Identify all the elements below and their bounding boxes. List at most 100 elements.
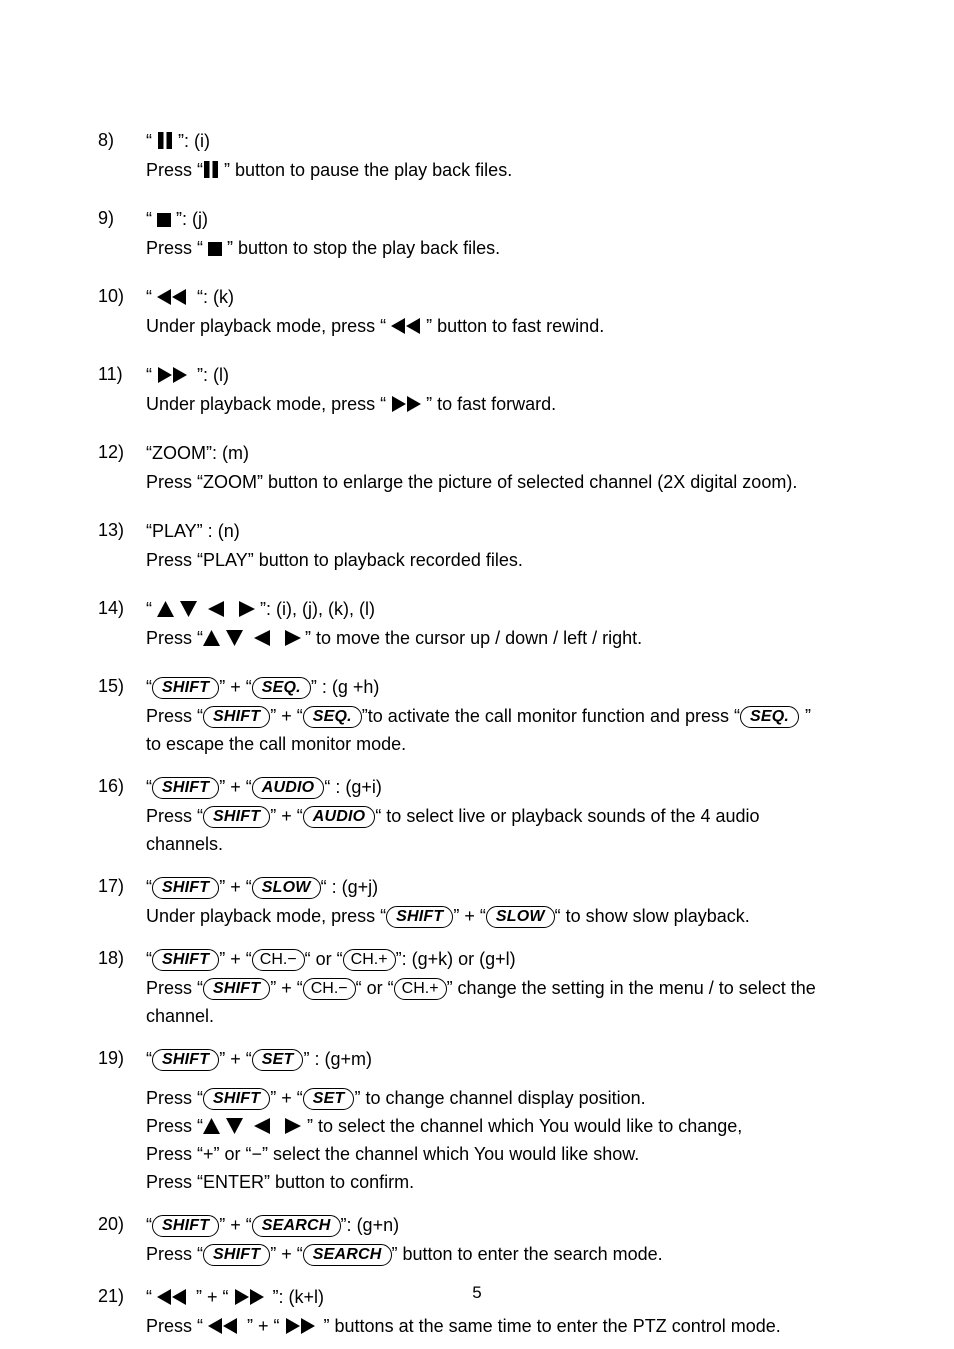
body-prefix: Press “	[146, 706, 204, 726]
key-search[interactable]: SEARCH	[251, 1215, 341, 1237]
item-body-line2: Press “ ” to select the channel which You…	[146, 1112, 928, 1140]
key-channel-down[interactable]: CH.−	[251, 949, 305, 971]
list-item: 18) “SHIFT” + “CH.− “ or “CH.+”: (g+k) or…	[98, 944, 928, 1030]
arrow-down-icon	[180, 601, 197, 617]
item-body-line2: to escape the call monitor mode.	[146, 734, 407, 754]
body-suffix: ” to change channel display position.	[354, 1088, 646, 1108]
item-ref: (m)	[222, 443, 249, 463]
key-shift[interactable]: SHIFT	[203, 806, 271, 828]
item-ref: (g+m)	[324, 1049, 373, 1069]
item-body: Under playback mode, press “ ” to fast fo…	[146, 390, 928, 418]
item-ref: (g+j)	[341, 877, 379, 897]
item-ref: (g+k) or (g+l)	[411, 949, 516, 969]
item-heading: “SHIFT” + “SET” : (g+m)	[146, 1044, 928, 1074]
fast-rewind-icon	[208, 1318, 238, 1334]
item-body: Press “ ” + “ ” buttons at the same time t…	[146, 1312, 928, 1340]
item-key-text: “ZOOM”:	[146, 443, 217, 463]
close-quote: ”:	[176, 209, 187, 229]
body-suffix: ” to move the cursor up / down / left / …	[305, 628, 643, 648]
plus-sign: +	[230, 777, 241, 797]
key-shift[interactable]: SHIFT	[152, 777, 220, 799]
item-number: 9)	[98, 208, 115, 228]
item-heading: “ ”: (i), (j), (k), (l)	[146, 594, 928, 624]
key-seq[interactable]: SEQ.	[739, 706, 800, 728]
item-number: 19)	[98, 1048, 125, 1068]
body-prefix: Press “	[146, 1088, 204, 1108]
pause-icon	[203, 161, 219, 178]
key-channel-down[interactable]: CH.−	[302, 978, 356, 1000]
body-mid: ” + “	[453, 906, 486, 926]
body-mid: ” + “	[270, 1244, 303, 1264]
item-body: Press “SHIFT” + “SEQ. ”to activate the ca…	[146, 702, 928, 730]
item-number: 15)	[98, 676, 125, 696]
key-slow[interactable]: SLOW	[485, 906, 555, 928]
key-seq[interactable]: SEQ.	[251, 677, 311, 699]
head-or: “ or “	[304, 949, 343, 969]
page-content: 8) “ ”: (i) Press “ ” button to pause the …	[98, 126, 928, 1349]
item-body: Under playback mode, press “ ” button to …	[146, 312, 928, 340]
body-mid: ” + “	[270, 1088, 303, 1108]
item-body-line4: Press “ENTER” button to confirm.	[146, 1172, 415, 1192]
key-slow[interactable]: SLOW	[251, 877, 321, 899]
key-shift[interactable]: SHIFT	[152, 677, 220, 699]
open-quote: “	[320, 877, 327, 897]
close-quote: ”	[219, 777, 226, 797]
key-shift[interactable]: SHIFT	[152, 1215, 220, 1237]
item-heading: “ZOOM”: (m)	[146, 438, 928, 468]
key-shift[interactable]: SHIFT	[203, 1088, 271, 1110]
open-quote: “	[146, 287, 152, 307]
key-channel-up[interactable]: CH.+	[393, 978, 447, 1000]
plus-sign: +	[230, 1049, 241, 1069]
close-quote: ”:	[178, 131, 189, 151]
arrow-up-icon	[203, 630, 221, 646]
colon: :	[331, 877, 337, 897]
item-heading: “ “: (k)	[146, 282, 928, 312]
key-set[interactable]: SET	[302, 1088, 355, 1110]
item-heading: “SHIFT” + “SLOW “ : (g+j)	[146, 872, 928, 902]
body-prefix: Press “	[146, 1316, 204, 1336]
key-channel-up[interactable]: CH.+	[342, 949, 396, 971]
arrow-left-icon	[254, 630, 271, 646]
item-ref: (g+n)	[356, 1215, 400, 1235]
arrow-right-icon	[238, 601, 255, 617]
item-heading: “SHIFT” + “CH.− “ or “CH.+”: (g+k) or (g+…	[146, 944, 928, 974]
document-page: 8) “ ”: (i) Press “ ” button to pause the …	[0, 0, 954, 1349]
open-quote: “	[245, 777, 252, 797]
list-item: 20) “SHIFT” + “SEARCH”: (g+n) Press “SHI…	[98, 1210, 928, 1268]
item-number: 10)	[98, 286, 125, 306]
item-number: 13)	[98, 520, 125, 540]
plus-sign: +	[230, 949, 241, 969]
open-quote: “	[245, 1049, 252, 1069]
fast-forward-icon	[285, 1318, 315, 1334]
body-prefix: Under playback mode, press “	[146, 316, 387, 336]
item-heading: “ ”: (i)	[146, 126, 928, 156]
item-number: 11)	[98, 364, 123, 384]
key-shift[interactable]: SHIFT	[203, 978, 271, 1000]
arrow-right-icon	[284, 1118, 302, 1134]
body-suffix: ” change the setting in the menu / to se…	[446, 978, 816, 998]
key-seq[interactable]: SEQ.	[302, 706, 362, 728]
key-shift[interactable]: SHIFT	[386, 906, 454, 928]
close-quote: ”	[219, 677, 226, 697]
open-quote: “	[146, 209, 152, 229]
open-quote: “	[146, 131, 152, 151]
key-search[interactable]: SEARCH	[302, 1244, 392, 1266]
list-item: 16) “SHIFT” + “AUDIO “ : (g+i) Press “SHI…	[98, 772, 928, 858]
body-prefix: Press “	[146, 628, 204, 648]
key-set[interactable]: SET	[251, 1049, 304, 1071]
key-audio[interactable]: AUDIO	[302, 806, 376, 828]
item-body: Under playback mode, press “SHIFT” + “SL…	[146, 902, 928, 930]
close-quote: ”	[303, 1049, 310, 1069]
close-quote: ”:	[260, 599, 271, 619]
key-shift[interactable]: SHIFT	[203, 706, 271, 728]
item-ref: (l)	[213, 365, 230, 385]
item-body: Press “SHIFT” + “SET” to change channel …	[146, 1084, 928, 1112]
key-shift[interactable]: SHIFT	[152, 877, 220, 899]
body-prefix: Press “	[146, 978, 204, 998]
item-ref: (k)	[213, 287, 235, 307]
close-quote: “:	[197, 287, 208, 307]
key-shift[interactable]: SHIFT	[152, 949, 220, 971]
key-shift[interactable]: SHIFT	[203, 1244, 271, 1266]
key-shift[interactable]: SHIFT	[152, 1049, 220, 1071]
key-audio[interactable]: AUDIO	[251, 777, 325, 799]
